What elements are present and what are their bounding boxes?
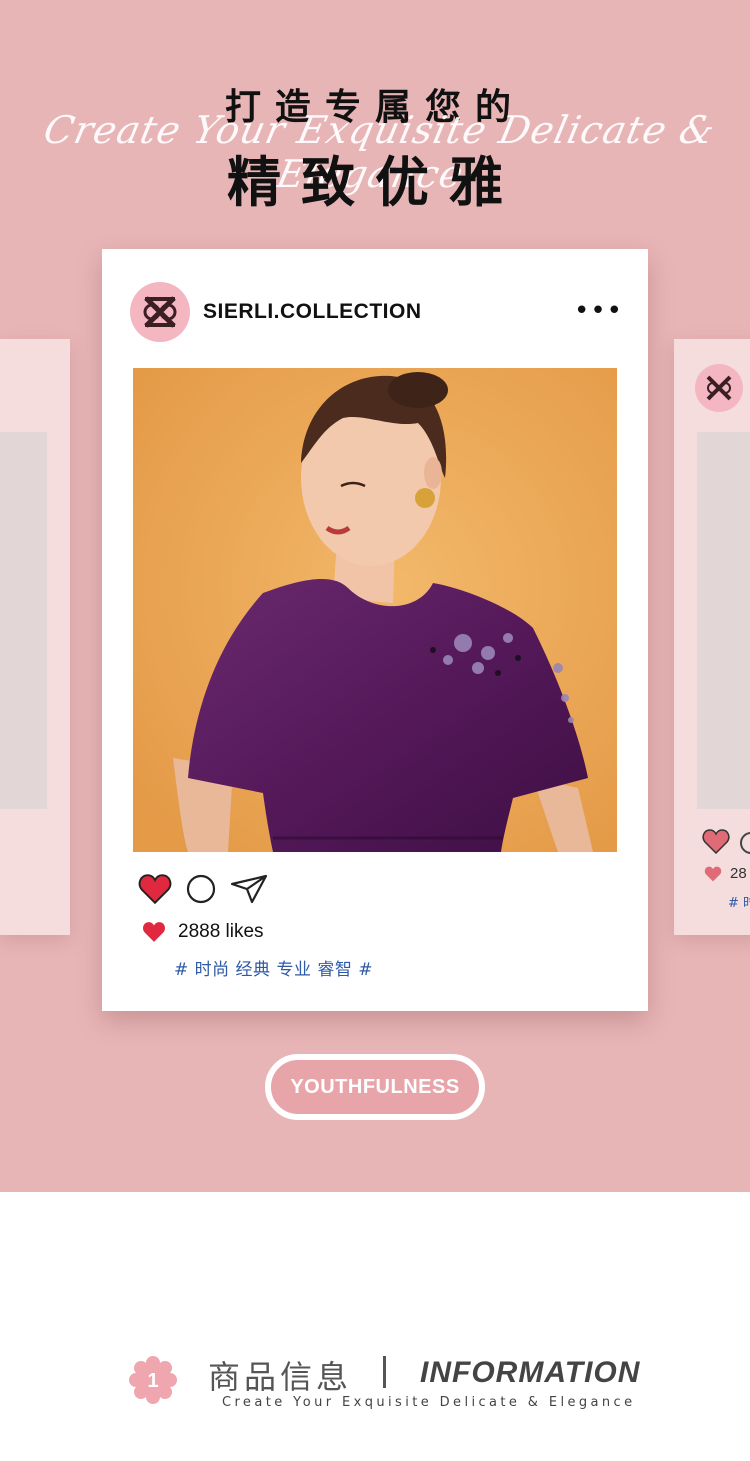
- section-title-cn: 商品信息: [208, 1358, 353, 1396]
- hero-section: 打造专属您的 Create Your Exquisite Delicate & …: [0, 0, 750, 1192]
- account-username[interactable]: SIERLI.COLLECTION: [203, 300, 422, 324]
- likes-count-partial: 28: [730, 865, 747, 882]
- headline-main: 精致优雅: [227, 151, 523, 214]
- flower-number-icon: 1: [129, 1356, 177, 1404]
- comment-icon[interactable]: [740, 832, 750, 854]
- hashtags[interactable]: # 时尚 经典 专业 睿智 #: [174, 955, 373, 980]
- heart-icon[interactable]: [702, 829, 730, 854]
- share-icon[interactable]: [230, 874, 268, 904]
- heart-icon[interactable]: [138, 874, 172, 904]
- divider: [383, 1356, 386, 1388]
- image-placeholder: [0, 432, 47, 809]
- section-subtitle: Create Your Exquisite Delicate & Eleganc…: [222, 1395, 636, 1410]
- likes-row: 2888 likes: [142, 921, 264, 943]
- post-photo[interactable]: [133, 368, 617, 852]
- post-card: SIERLI.COLLECTION ••• 2888 likes # 时尚 经典…: [102, 249, 648, 1011]
- post-actions: [138, 874, 268, 904]
- comment-icon[interactable]: [186, 874, 216, 904]
- brand-logo-icon: [695, 364, 743, 412]
- likes-count[interactable]: 2888 likes: [178, 921, 264, 943]
- brand-logo-icon[interactable]: [130, 282, 190, 342]
- heart-icon: [143, 922, 165, 942]
- side-card-right[interactable]: 28 # 时: [674, 339, 750, 935]
- more-options-icon[interactable]: •••: [574, 298, 623, 324]
- tags-partial: # 时: [728, 896, 750, 911]
- youthfulness-badge[interactable]: YOUTHFULNESS: [265, 1054, 485, 1120]
- section-title-en: INFORMATION: [420, 1356, 641, 1389]
- image-placeholder: [697, 432, 750, 809]
- side-card-left[interactable]: [0, 339, 70, 935]
- heart-icon: [704, 866, 722, 882]
- section-number: 1: [147, 1370, 158, 1392]
